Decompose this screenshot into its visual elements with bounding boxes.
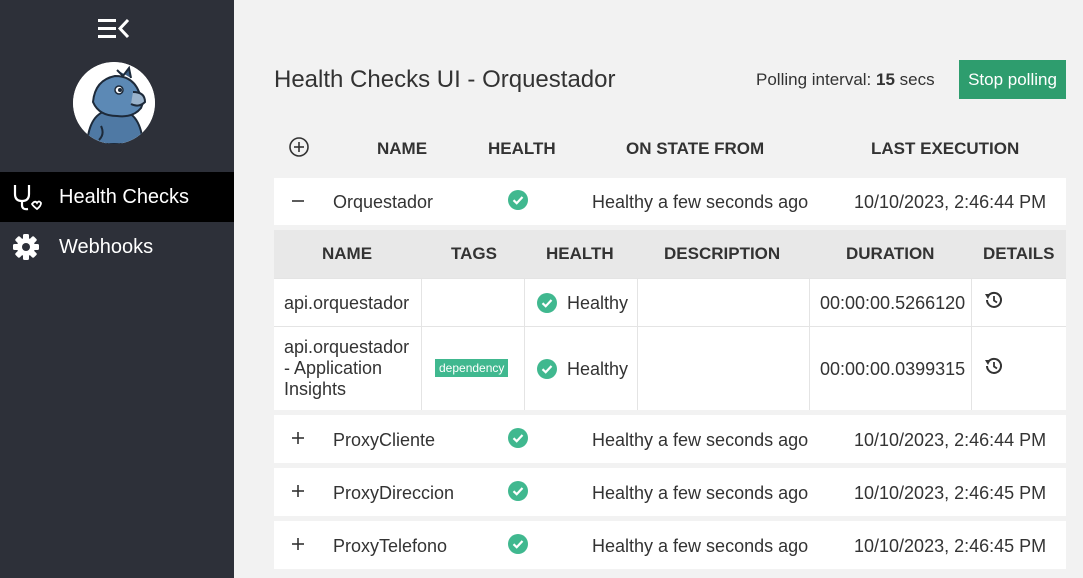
- check-name: api.orquestador: [284, 337, 410, 357]
- detail-table: NAME TAGS HEALTH DESCRIPTION DURATION DE…: [274, 230, 1066, 410]
- on-state-from: Healthy a few seconds ago: [592, 536, 809, 556]
- check-health: Healthy: [567, 293, 629, 313]
- expand-icon[interactable]: [290, 483, 306, 499]
- healthy-check-icon: [508, 428, 528, 448]
- detail-table-header: NAME TAGS HEALTH DESCRIPTION DURATION DE…: [274, 230, 1066, 278]
- on-state-from: Healthy a few seconds ago: [592, 192, 809, 212]
- last-execution: 10/10/2023, 2:46:44 PM: [854, 430, 1047, 450]
- polling-interval: Polling interval: 15 secs: [756, 70, 935, 90]
- healthy-check-icon: [508, 481, 528, 501]
- detail-row: api.orquestador Healthy 00:00:00.5266120: [274, 278, 1066, 326]
- column-header-name: NAME: [377, 139, 428, 158]
- table-row[interactable]: Orquestador Healthy a few seconds ago 10…: [274, 178, 1066, 225]
- avatar: [73, 62, 155, 144]
- stop-polling-button[interactable]: Stop polling: [959, 60, 1066, 99]
- healthy-check-icon: [537, 293, 557, 313]
- last-execution: 10/10/2023, 2:46:45 PM: [854, 483, 1047, 503]
- column-header-on-state-from: ON STATE FROM: [626, 139, 765, 158]
- table-row[interactable]: ProxyTelefono Healthy a few seconds ago …: [274, 521, 1066, 569]
- page-title: Health Checks UI - Orquestador: [274, 66, 616, 93]
- detail-header-health: HEALTH: [546, 244, 614, 263]
- detail-row: api.orquestador - Application Insights d…: [274, 326, 1066, 410]
- last-execution: 10/10/2023, 2:46:44 PM: [854, 192, 1047, 212]
- last-execution: 10/10/2023, 2:46:45 PM: [854, 536, 1047, 556]
- check-name: - Application: [284, 358, 383, 378]
- gear-icon: [8, 232, 44, 262]
- expand-all-icon[interactable]: [288, 136, 310, 158]
- history-icon[interactable]: [984, 290, 1004, 310]
- detail-header-description: DESCRIPTION: [664, 244, 781, 263]
- collapse-icon[interactable]: [290, 193, 306, 209]
- sidebar-item-webhooks[interactable]: Webhooks: [0, 222, 234, 272]
- history-icon[interactable]: [984, 356, 1004, 376]
- detail-header-name: NAME: [322, 244, 373, 263]
- polling-label: Polling interval:: [756, 70, 872, 89]
- service-name: Orquestador: [333, 192, 434, 212]
- column-header-health: HEALTH: [488, 139, 556, 158]
- menu-collapse-icon[interactable]: [98, 17, 130, 41]
- table-row[interactable]: ProxyCliente Healthy a few seconds ago 1…: [274, 415, 1066, 463]
- expand-icon[interactable]: [290, 430, 306, 446]
- check-health: Healthy: [567, 359, 629, 379]
- tag-badge: dependency: [435, 359, 509, 377]
- table-row[interactable]: ProxyDireccion Healthy a few seconds ago…: [274, 468, 1066, 516]
- check-name: Insights: [284, 379, 347, 399]
- service-name: ProxyCliente: [333, 430, 436, 450]
- detail-header-details: DETAILS: [983, 244, 1055, 263]
- detail-header-duration: DURATION: [846, 244, 935, 263]
- on-state-from: Healthy a few seconds ago: [592, 430, 809, 450]
- service-name: ProxyDireccion: [333, 483, 455, 503]
- sidebar-item-health-checks[interactable]: Health Checks: [0, 172, 234, 222]
- healthy-check-icon: [508, 190, 528, 210]
- check-duration: 00:00:00.0399315: [820, 359, 966, 379]
- service-name: ProxyTelefono: [333, 536, 448, 556]
- healthy-check-icon: [508, 534, 528, 554]
- sidebar-item-label: Webhooks: [59, 235, 154, 258]
- healthy-check-icon: [537, 359, 557, 379]
- check-name: api.orquestador: [284, 293, 410, 313]
- sidebar: Health Checks Webhooks: [0, 0, 234, 578]
- detail-header-tags: TAGS: [451, 244, 497, 263]
- polling-value: 15: [876, 70, 895, 89]
- check-duration: 00:00:00.5266120: [820, 293, 966, 313]
- sidebar-item-label: Health Checks: [59, 185, 190, 208]
- polling-unit: secs: [899, 70, 935, 89]
- on-state-from: Healthy a few seconds ago: [592, 483, 809, 503]
- stethoscope-icon: [8, 182, 44, 212]
- column-header-last-execution: LAST EXECUTION: [871, 139, 1020, 158]
- expand-icon[interactable]: [290, 536, 306, 552]
